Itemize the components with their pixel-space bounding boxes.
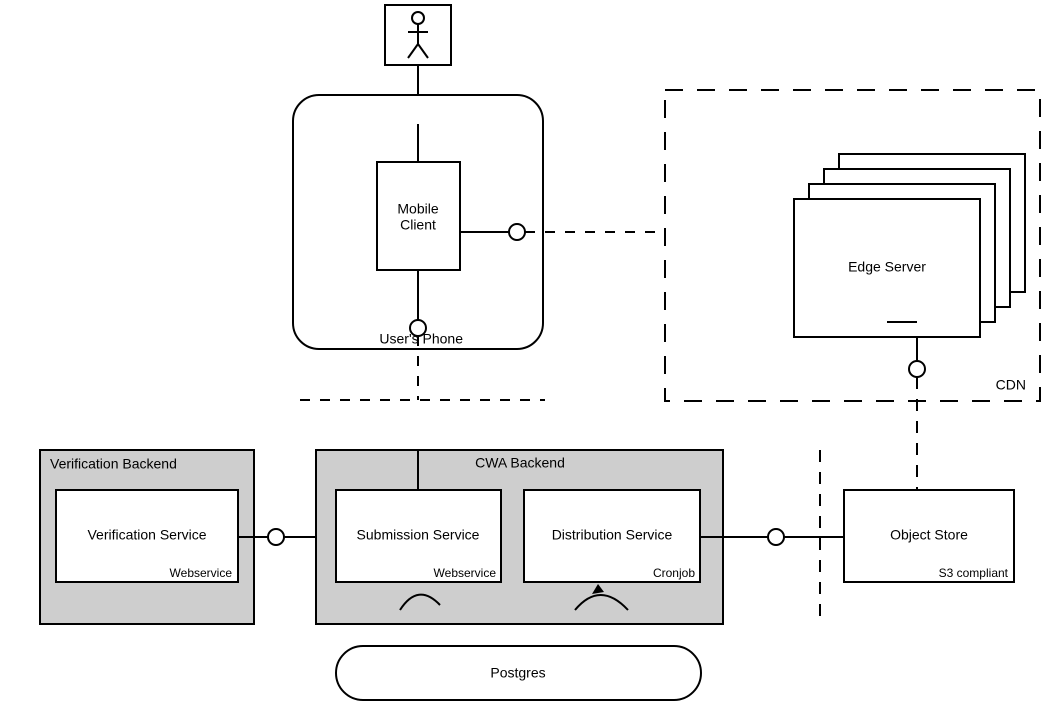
- object-store-stereotype: S3 compliant: [939, 566, 1009, 580]
- cwa-backend-label: CWA Backend: [475, 455, 565, 471]
- distribution-service-label: Distribution Service: [552, 527, 673, 543]
- postgres-label: Postgres: [490, 665, 545, 681]
- verification-service-stereotype: Webservice: [170, 566, 233, 580]
- distribution-service-stereotype: Cronjob: [653, 566, 695, 580]
- port-verification-right: [268, 529, 284, 545]
- mobile-client-label-2: Client: [400, 217, 436, 233]
- verification-backend: Verification Backend Verification Servic…: [40, 450, 254, 624]
- port-phone-right: [509, 224, 525, 240]
- submission-service-label: Submission Service: [357, 527, 480, 543]
- postgres: Postgres: [336, 646, 701, 700]
- port-cdn-bottom: [909, 361, 925, 377]
- verification-backend-label: Verification Backend: [50, 456, 177, 472]
- object-store-label: Object Store: [890, 527, 968, 543]
- submission-service-stereotype: Webservice: [434, 566, 497, 580]
- actor-user: [385, 5, 451, 65]
- cwa-backend: CWA Backend Submission Service Webservic…: [316, 400, 723, 624]
- cdn-label: CDN: [996, 377, 1026, 393]
- cdn: CDN Edge Server: [665, 90, 1040, 401]
- verification-service-label: Verification Service: [87, 527, 206, 543]
- edge-server-label: Edge Server: [848, 259, 926, 275]
- object-store: Object Store S3 compliant: [844, 490, 1014, 582]
- port-phone-bottom: [410, 320, 426, 336]
- architecture-diagram: User's Phone Mobile Client CDN Edge Serv…: [0, 0, 1048, 723]
- mobile-client-label-1: Mobile: [397, 201, 438, 217]
- port-cwa-right: [768, 529, 784, 545]
